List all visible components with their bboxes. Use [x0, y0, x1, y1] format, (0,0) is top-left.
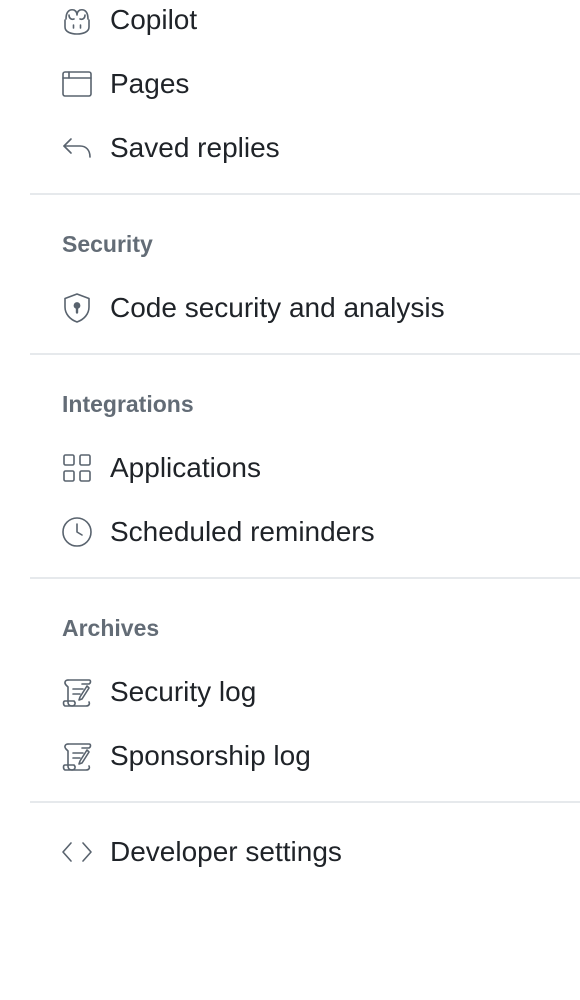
sidebar-item-scheduled-reminders[interactable]: Scheduled reminders — [60, 510, 375, 554]
sidebar-item-label: Code security and analysis — [110, 292, 445, 323]
sidebar-item-code-security[interactable]: Code security and analysis — [60, 286, 445, 330]
apps-icon — [60, 450, 96, 486]
copilot-icon — [60, 2, 96, 38]
sidebar-item-label: Applications — [110, 452, 261, 483]
sidebar-item-label: Copilot — [110, 4, 198, 35]
sidebar-item-sponsorship-log[interactable]: Sponsorship log — [60, 734, 311, 778]
sidebar-item-label: Sponsorship log — [110, 740, 311, 771]
sidebar-item-label: Security log — [110, 676, 257, 707]
section-heading-security: Security — [62, 231, 153, 257]
sidebar-item-developer-settings[interactable]: Developer settings — [60, 830, 342, 874]
sidebar-item-pages[interactable]: Pages — [60, 62, 189, 106]
reply-icon — [60, 130, 96, 166]
sidebar-item-label: Developer settings — [110, 836, 342, 867]
section-divider — [30, 353, 580, 355]
sidebar-item-saved-replies[interactable]: Saved replies — [60, 126, 280, 170]
shield-lock-icon — [60, 290, 96, 326]
log-icon — [60, 738, 96, 774]
sidebar-item-copilot[interactable]: Copilot — [60, 0, 197, 42]
sidebar-item-label: Saved replies — [110, 132, 280, 163]
section-divider — [30, 577, 580, 579]
sidebar-item-security-log[interactable]: Security log — [60, 670, 256, 714]
section-divider — [30, 801, 580, 803]
clock-icon — [60, 514, 96, 550]
log-icon — [60, 674, 96, 710]
section-heading-integrations: Integrations — [62, 391, 194, 417]
browser-icon — [60, 66, 96, 102]
section-divider — [30, 193, 580, 195]
sidebar-item-label: Pages — [110, 68, 190, 99]
section-heading-archives: Archives — [62, 615, 160, 641]
sidebar-item-label: Scheduled reminders — [110, 516, 375, 547]
code-icon — [60, 834, 96, 870]
sidebar-item-applications[interactable]: Applications — [60, 446, 261, 490]
